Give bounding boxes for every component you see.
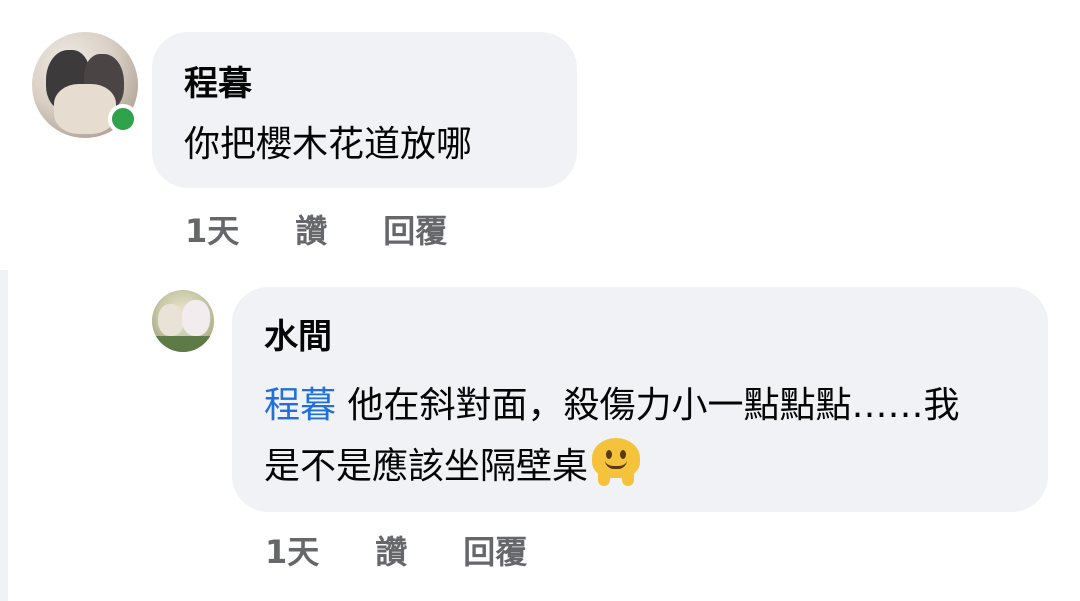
avatar-figure-left: [158, 304, 184, 336]
comment-actions: 1天 讚 回覆: [185, 208, 447, 254]
like-button[interactable]: 讚: [375, 529, 407, 575]
melting-face-icon: [592, 438, 641, 486]
avatar-figure-right: [182, 300, 210, 336]
reply-comment: 水間 程暮 他在斜對面，殺傷力小一點點點……我是不是應該坐隔壁桌 1天 讚 回覆: [0, 270, 1080, 601]
comment-text: 你把櫻木花道放哪: [184, 124, 473, 165]
reply-button[interactable]: 回覆: [463, 529, 527, 575]
comment-timestamp[interactable]: 1天: [265, 529, 319, 575]
comment-bubble: 水間 程暮 他在斜對面，殺傷力小一點點點……我是不是應該坐隔壁桌: [232, 287, 1048, 512]
comment-author[interactable]: 水間: [264, 315, 332, 359]
comment-author[interactable]: 程暮: [184, 62, 252, 106]
comment: 程暮 你把櫻木花道放哪 1天 讚 回覆: [0, 0, 1080, 270]
comment-timestamp[interactable]: 1天: [185, 208, 239, 254]
avatar[interactable]: [152, 290, 214, 352]
comment-actions: 1天 讚 回覆: [265, 529, 527, 575]
reply-button[interactable]: 回覆: [383, 208, 447, 254]
comment-text: 程暮 他在斜對面，殺傷力小一點點點……我是不是應該坐隔壁桌: [264, 375, 984, 497]
mention-link[interactable]: 程暮: [264, 385, 336, 426]
online-status-icon: [108, 104, 138, 134]
avatar-background: [152, 336, 214, 352]
comment-bubble: 程暮 你把櫻木花道放哪: [152, 32, 577, 188]
like-button[interactable]: 讚: [295, 208, 327, 254]
avatar-shoulder: [54, 84, 116, 134]
